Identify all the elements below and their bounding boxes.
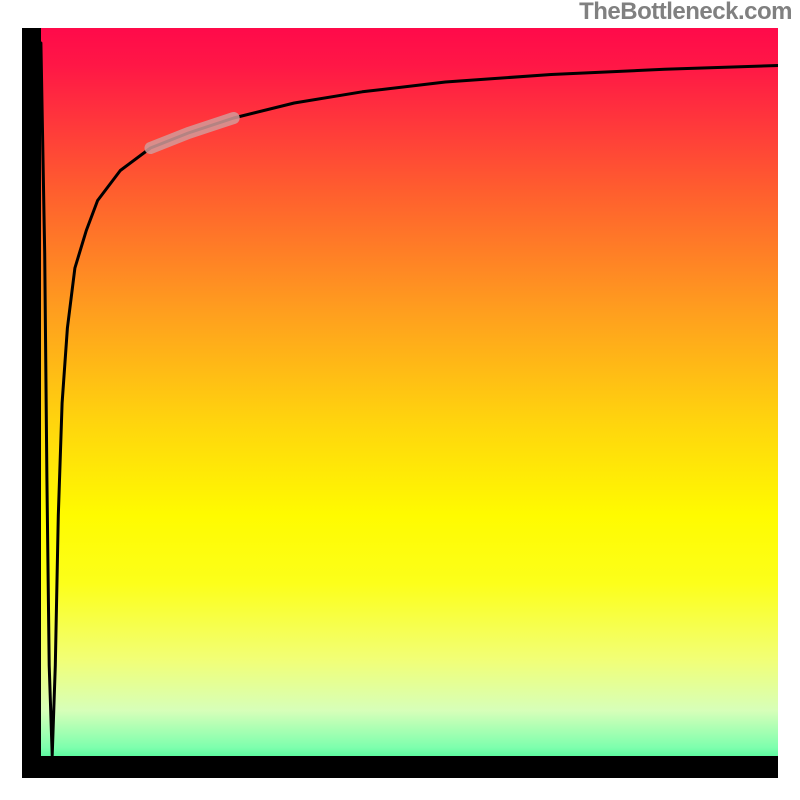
bottom-axis-bar <box>22 756 778 778</box>
bottleneck-chart: TheBottleneck.com <box>0 0 800 800</box>
severity-gradient-background <box>22 28 778 778</box>
left-axis-bar <box>22 28 41 778</box>
plot-area <box>22 28 778 778</box>
watermark-text: TheBottleneck.com <box>579 0 792 24</box>
